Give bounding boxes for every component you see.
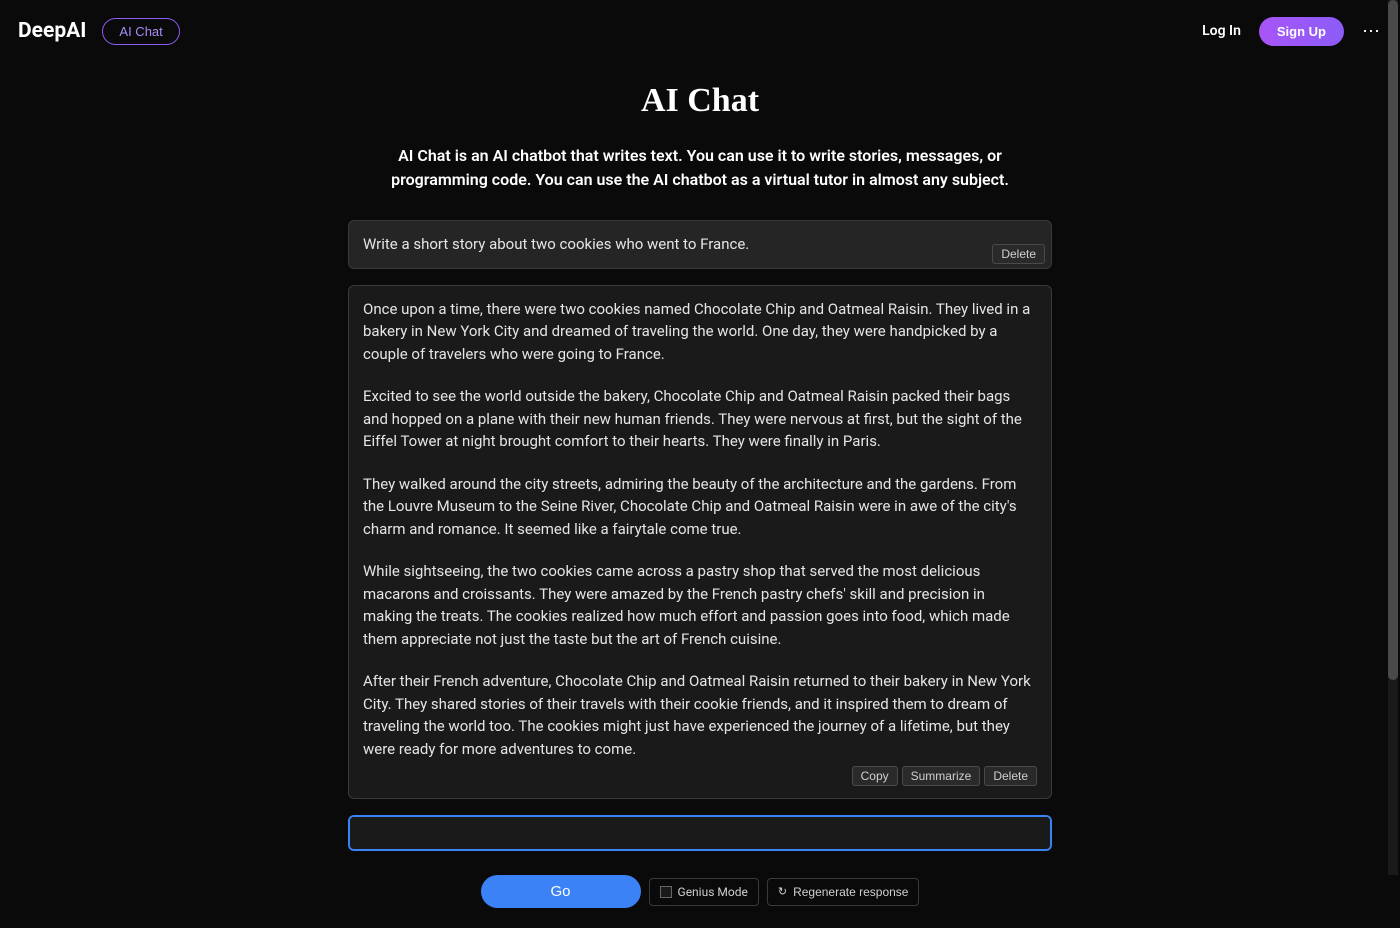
go-button[interactable]: Go [481, 875, 641, 908]
ai-response-actions: Copy Summarize Delete [363, 766, 1037, 786]
genius-mode-toggle[interactable]: Genius Mode [649, 878, 759, 906]
input-row [348, 815, 1052, 855]
bottom-controls: Go Genius Mode ↻ Regenerate response [348, 875, 1052, 908]
copy-button[interactable]: Copy [852, 766, 898, 786]
ai-response-text: Once upon a time, there were two cookies… [363, 298, 1037, 761]
genius-mode-checkbox-icon [660, 886, 672, 898]
delete-ai-message-button[interactable]: Delete [984, 766, 1037, 786]
ai-response-box: Once upon a time, there were two cookies… [348, 285, 1052, 800]
page-title: AI Chat [348, 82, 1052, 120]
ai-paragraph: They walked around the city streets, adm… [363, 473, 1037, 541]
ai-paragraph: Excited to see the world outside the bak… [363, 385, 1037, 453]
login-link[interactable]: Log In [1202, 23, 1241, 39]
ai-chat-nav-button[interactable]: AI Chat [102, 18, 179, 45]
scrollbar-thumb[interactable] [1388, 0, 1398, 680]
user-message-box: Write a short story about two cookies wh… [348, 220, 1052, 269]
refresh-icon: ↻ [778, 885, 787, 898]
more-menu-icon[interactable]: ⋯ [1362, 21, 1382, 42]
regenerate-button[interactable]: ↻ Regenerate response [767, 878, 920, 906]
delete-user-message-button[interactable]: Delete [992, 244, 1045, 264]
ai-paragraph: After their French adventure, Chocolate … [363, 670, 1037, 760]
signup-button[interactable]: Sign Up [1259, 17, 1344, 46]
main-content: AI Chat AI Chat is an AI chatbot that wr… [348, 62, 1052, 928]
page-description: AI Chat is an AI chatbot that writes tex… [348, 144, 1052, 192]
chat-input[interactable] [348, 815, 1052, 851]
summarize-button[interactable]: Summarize [902, 766, 981, 786]
logo[interactable]: DeepAI [18, 19, 86, 43]
user-message-text: Write a short story about two cookies wh… [363, 233, 1037, 256]
user-message-actions: Delete [992, 244, 1045, 264]
header-left: DeepAI AI Chat [18, 18, 180, 45]
regenerate-label: Regenerate response [793, 885, 908, 899]
header: DeepAI AI Chat Log In Sign Up ⋯ [0, 0, 1400, 62]
scrollbar[interactable] [1388, 0, 1398, 875]
genius-mode-label: Genius Mode [678, 885, 748, 899]
ai-paragraph: Once upon a time, there were two cookies… [363, 298, 1037, 366]
header-right: Log In Sign Up ⋯ [1202, 17, 1382, 46]
ai-paragraph: While sightseeing, the two cookies came … [363, 560, 1037, 650]
